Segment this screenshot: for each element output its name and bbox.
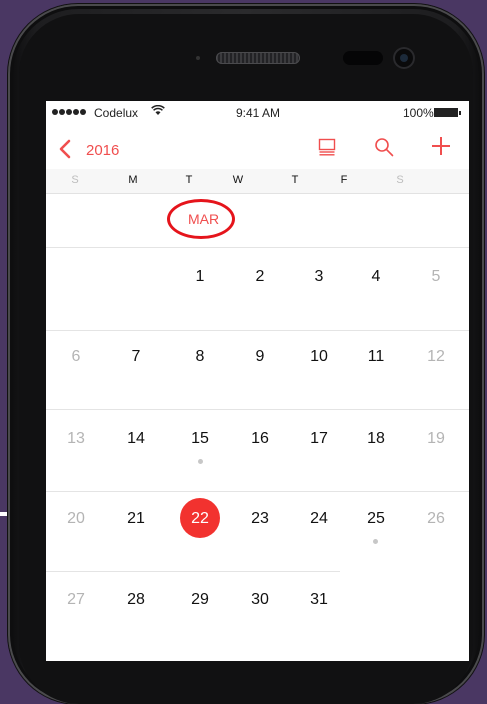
week-divider [46,409,469,410]
day-cell[interactable]: 5 [416,257,456,297]
day-cell[interactable]: 12 [416,337,456,377]
proximity-sensor [343,51,383,65]
day-cell[interactable]: 18 [356,419,396,459]
event-indicator-dot [198,459,203,464]
carrier-name: Codelux [94,106,139,120]
wifi-icon [151,104,165,119]
battery-percentage: 100% [403,106,434,120]
day-cell[interactable]: 1 [180,257,220,297]
month-row: MAR [46,194,469,242]
year-back-button[interactable]: 2016 [86,142,119,159]
day-cell-today[interactable]: 22 [180,499,220,539]
day-cell[interactable]: 23 [240,499,280,539]
day-cell[interactable]: 9 [240,337,280,377]
day-cell[interactable]: 10 [299,337,339,377]
day-cell[interactable]: 26 [416,499,456,539]
earpiece-speaker [216,52,300,64]
signal-strength-icon [52,109,86,115]
weekday-label: T [291,174,299,186]
day-cell[interactable]: 20 [56,499,96,539]
add-icon[interactable] [430,135,452,157]
day-cell[interactable]: 28 [116,580,156,620]
front-sensor [196,56,200,60]
battery-icon [434,108,461,117]
day-cell[interactable]: 19 [416,419,456,459]
day-cell[interactable]: 4 [356,257,396,297]
weekday-label: S [71,174,79,186]
week-divider [46,247,469,248]
search-icon[interactable] [374,137,394,157]
weekday-header: S M T W T F S [46,169,469,194]
day-cell[interactable]: 3 [299,257,339,297]
week-divider [46,571,340,572]
day-cell[interactable]: 16 [240,419,280,459]
day-cell[interactable]: 2 [240,257,280,297]
day-cell[interactable]: 15 [180,419,220,459]
front-camera [393,47,415,69]
calendar-nav-bar: 2016 [46,125,469,169]
calendar-screen: Codelux 9:41 AM 100% 2016 S M T W T F S … [46,101,469,661]
event-indicator-dot [373,539,378,544]
weekday-label: F [340,174,348,186]
day-cell[interactable]: 7 [116,337,156,377]
weekday-label: T [185,174,193,186]
day-cell[interactable]: 6 [56,337,96,377]
day-cell[interactable]: 31 [299,580,339,620]
week-divider [46,330,469,331]
day-cell[interactable]: 27 [56,580,96,620]
annotation-circle [167,199,235,239]
day-cell[interactable]: 14 [116,419,156,459]
week-divider [46,491,469,492]
day-cell[interactable]: 13 [56,419,96,459]
day-cell[interactable]: 24 [299,499,339,539]
chevron-left-icon[interactable] [56,139,76,159]
day-cell[interactable]: 11 [356,337,396,377]
day-cell[interactable]: 25 [356,499,396,539]
day-cell[interactable]: 30 [240,580,280,620]
day-cell[interactable]: 21 [116,499,156,539]
day-cell[interactable]: 8 [180,337,220,377]
weekday-label: W [232,174,244,186]
status-time: 9:41 AM [236,106,281,120]
day-cell[interactable]: 17 [299,419,339,459]
weekday-label: M [128,174,138,186]
status-bar: Codelux 9:41 AM 100% [46,101,469,125]
phone-frame: Codelux 9:41 AM 100% 2016 S M T W T F S … [8,4,484,704]
day-cell[interactable]: 29 [180,580,220,620]
list-view-icon[interactable] [318,138,336,156]
weekday-label: S [396,174,404,186]
